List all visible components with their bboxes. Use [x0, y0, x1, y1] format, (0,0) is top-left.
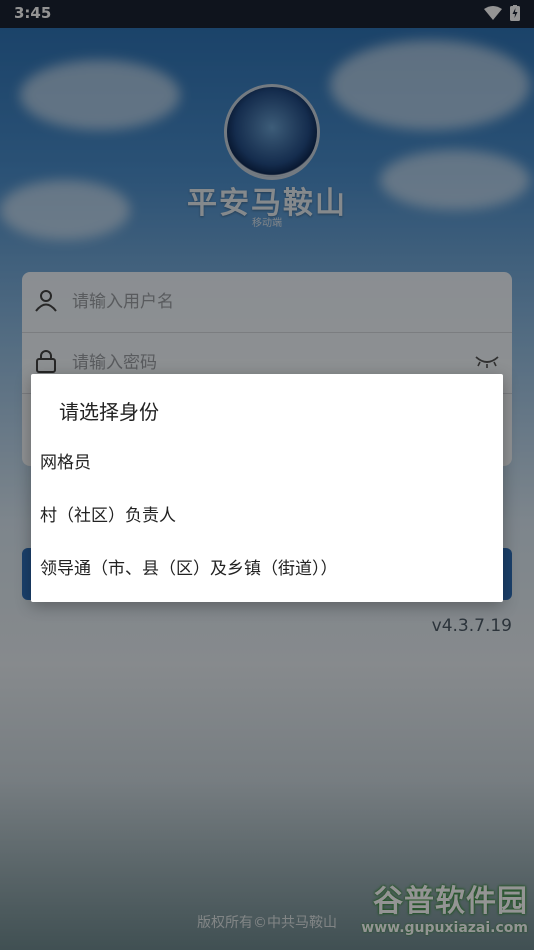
identity-dialog: 请选择身份 网格员 村（社区）负责人 领导通（市、县（区）及乡镇（街道）） [31, 374, 503, 602]
option-leader-access[interactable]: 领导通（市、县（区）及乡镇（街道）） [31, 542, 503, 592]
dialog-title: 请选择身份 [59, 400, 159, 424]
option-label: 领导通（市、县（区）及乡镇（街道）） [40, 559, 338, 579]
option-label: 村（社区）负责人 [40, 506, 176, 526]
option-grid-member[interactable]: 网格员 [31, 436, 503, 486]
option-village-leader[interactable]: 村（社区）负责人 [31, 489, 503, 539]
option-label: 网格员 [40, 453, 91, 473]
